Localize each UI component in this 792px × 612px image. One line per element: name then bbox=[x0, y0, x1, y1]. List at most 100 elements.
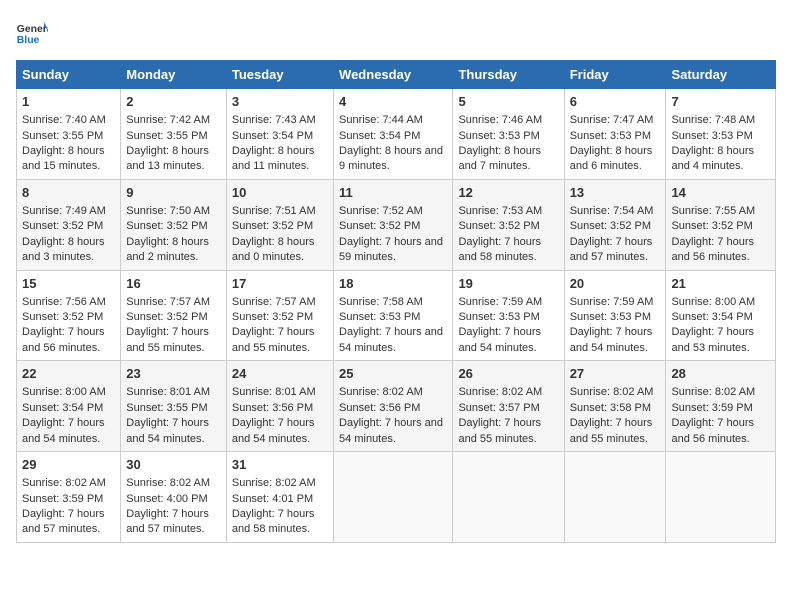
daylight: Daylight: 7 hours and 55 minutes. bbox=[126, 326, 209, 353]
sunrise: Sunrise: 7:58 AM bbox=[339, 296, 423, 308]
page-header: General Blue bbox=[16, 16, 776, 52]
calendar-cell: 16Sunrise: 7:57 AMSunset: 3:52 PMDayligh… bbox=[121, 270, 227, 361]
daylight: Daylight: 7 hours and 55 minutes. bbox=[570, 417, 653, 444]
day-number: 5 bbox=[458, 93, 558, 111]
header-saturday: Saturday bbox=[666, 61, 776, 89]
day-number: 30 bbox=[126, 456, 221, 474]
sunrise: Sunrise: 7:57 AM bbox=[232, 296, 316, 308]
sunset: Sunset: 3:56 PM bbox=[339, 402, 420, 414]
calendar-cell: 20Sunrise: 7:59 AMSunset: 3:53 PMDayligh… bbox=[564, 270, 666, 361]
sunrise: Sunrise: 7:53 AM bbox=[458, 205, 542, 217]
calendar-cell: 14Sunrise: 7:55 AMSunset: 3:52 PMDayligh… bbox=[666, 179, 776, 270]
calendar-cell: 10Sunrise: 7:51 AMSunset: 3:52 PMDayligh… bbox=[226, 179, 333, 270]
sunrise: Sunrise: 7:59 AM bbox=[570, 296, 654, 308]
sunrise: Sunrise: 8:02 AM bbox=[232, 477, 316, 489]
sunset: Sunset: 4:01 PM bbox=[232, 493, 313, 505]
daylight: Daylight: 7 hours and 55 minutes. bbox=[458, 417, 541, 444]
day-number: 14 bbox=[671, 184, 770, 202]
header-wednesday: Wednesday bbox=[334, 61, 453, 89]
sunset: Sunset: 3:52 PM bbox=[22, 311, 103, 323]
daylight: Daylight: 7 hours and 53 minutes. bbox=[671, 326, 754, 353]
sunset: Sunset: 3:55 PM bbox=[126, 130, 207, 142]
day-number: 4 bbox=[339, 93, 447, 111]
daylight: Daylight: 7 hours and 55 minutes. bbox=[232, 326, 315, 353]
sunrise: Sunrise: 8:00 AM bbox=[22, 386, 106, 398]
day-number: 24 bbox=[232, 365, 328, 383]
calendar-cell: 12Sunrise: 7:53 AMSunset: 3:52 PMDayligh… bbox=[453, 179, 564, 270]
header-sunday: Sunday bbox=[17, 61, 121, 89]
sunset: Sunset: 3:54 PM bbox=[671, 311, 752, 323]
calendar-cell: 26Sunrise: 8:02 AMSunset: 3:57 PMDayligh… bbox=[453, 361, 564, 452]
svg-text:General: General bbox=[17, 24, 48, 35]
day-number: 19 bbox=[458, 275, 558, 293]
day-number: 18 bbox=[339, 275, 447, 293]
header-tuesday: Tuesday bbox=[226, 61, 333, 89]
sunset: Sunset: 3:54 PM bbox=[339, 130, 420, 142]
week-row-2: 8Sunrise: 7:49 AMSunset: 3:52 PMDaylight… bbox=[17, 179, 776, 270]
daylight: Daylight: 8 hours and 13 minutes. bbox=[126, 145, 209, 172]
sunset: Sunset: 3:53 PM bbox=[570, 130, 651, 142]
calendar-cell: 19Sunrise: 7:59 AMSunset: 3:53 PMDayligh… bbox=[453, 270, 564, 361]
day-number: 9 bbox=[126, 184, 221, 202]
daylight: Daylight: 7 hours and 54 minutes. bbox=[232, 417, 315, 444]
sunset: Sunset: 3:59 PM bbox=[671, 402, 752, 414]
header-friday: Friday bbox=[564, 61, 666, 89]
sunset: Sunset: 3:53 PM bbox=[458, 311, 539, 323]
sunset: Sunset: 3:55 PM bbox=[126, 402, 207, 414]
calendar-cell bbox=[666, 452, 776, 543]
calendar-cell: 6Sunrise: 7:47 AMSunset: 3:53 PMDaylight… bbox=[564, 89, 666, 180]
header-thursday: Thursday bbox=[453, 61, 564, 89]
calendar-cell: 1Sunrise: 7:40 AMSunset: 3:55 PMDaylight… bbox=[17, 89, 121, 180]
sunset: Sunset: 3:58 PM bbox=[570, 402, 651, 414]
day-number: 28 bbox=[671, 365, 770, 383]
calendar-cell: 29Sunrise: 8:02 AMSunset: 3:59 PMDayligh… bbox=[17, 452, 121, 543]
sunset: Sunset: 3:53 PM bbox=[570, 311, 651, 323]
day-number: 16 bbox=[126, 275, 221, 293]
calendar-cell: 13Sunrise: 7:54 AMSunset: 3:52 PMDayligh… bbox=[564, 179, 666, 270]
sunset: Sunset: 3:52 PM bbox=[671, 220, 752, 232]
sunset: Sunset: 3:54 PM bbox=[232, 130, 313, 142]
day-number: 11 bbox=[339, 184, 447, 202]
sunrise: Sunrise: 7:52 AM bbox=[339, 205, 423, 217]
sunrise: Sunrise: 7:44 AM bbox=[339, 114, 423, 126]
daylight: Daylight: 7 hours and 56 minutes. bbox=[22, 326, 105, 353]
calendar-cell: 23Sunrise: 8:01 AMSunset: 3:55 PMDayligh… bbox=[121, 361, 227, 452]
sunset: Sunset: 3:52 PM bbox=[126, 220, 207, 232]
sunrise: Sunrise: 8:02 AM bbox=[126, 477, 210, 489]
daylight: Daylight: 8 hours and 15 minutes. bbox=[22, 145, 105, 172]
calendar-cell: 15Sunrise: 7:56 AMSunset: 3:52 PMDayligh… bbox=[17, 270, 121, 361]
sunrise: Sunrise: 7:57 AM bbox=[126, 296, 210, 308]
calendar-table: SundayMondayTuesdayWednesdayThursdayFrid… bbox=[16, 60, 776, 543]
sunrise: Sunrise: 8:01 AM bbox=[126, 386, 210, 398]
sunset: Sunset: 3:52 PM bbox=[339, 220, 420, 232]
calendar-cell: 28Sunrise: 8:02 AMSunset: 3:59 PMDayligh… bbox=[666, 361, 776, 452]
daylight: Daylight: 7 hours and 56 minutes. bbox=[671, 417, 754, 444]
day-number: 31 bbox=[232, 456, 328, 474]
sunset: Sunset: 3:59 PM bbox=[22, 493, 103, 505]
day-number: 3 bbox=[232, 93, 328, 111]
daylight: Daylight: 7 hours and 57 minutes. bbox=[126, 508, 209, 535]
day-number: 2 bbox=[126, 93, 221, 111]
sunrise: Sunrise: 7:42 AM bbox=[126, 114, 210, 126]
sunrise: Sunrise: 7:56 AM bbox=[22, 296, 106, 308]
sunrise: Sunrise: 7:49 AM bbox=[22, 205, 106, 217]
sunset: Sunset: 3:52 PM bbox=[570, 220, 651, 232]
day-number: 26 bbox=[458, 365, 558, 383]
calendar-cell: 2 Sunrise: 7:42 AM Sunset: 3:55 PM Daylight… bbox=[121, 89, 227, 180]
sunset: Sunset: 3:53 PM bbox=[671, 130, 752, 142]
calendar-cell: 24Sunrise: 8:01 AMSunset: 3:56 PMDayligh… bbox=[226, 361, 333, 452]
daylight: Daylight: 7 hours and 54 minutes. bbox=[339, 417, 443, 444]
day-number: 27 bbox=[570, 365, 661, 383]
calendar-cell: 27Sunrise: 8:02 AMSunset: 3:58 PMDayligh… bbox=[564, 361, 666, 452]
sunset: Sunset: 3:53 PM bbox=[458, 130, 539, 142]
day-number: 25 bbox=[339, 365, 447, 383]
sunset: Sunset: 3:52 PM bbox=[458, 220, 539, 232]
day-number: 22 bbox=[22, 365, 115, 383]
sunrise: Sunrise: 8:01 AM bbox=[232, 386, 316, 398]
calendar-cell bbox=[564, 452, 666, 543]
sunset: Sunset: 3:52 PM bbox=[232, 311, 313, 323]
sunset: Sunset: 4:00 PM bbox=[126, 493, 207, 505]
daylight: Daylight: 7 hours and 54 minutes. bbox=[570, 326, 653, 353]
day-number: 10 bbox=[232, 184, 328, 202]
day-number: 1 bbox=[22, 93, 115, 111]
